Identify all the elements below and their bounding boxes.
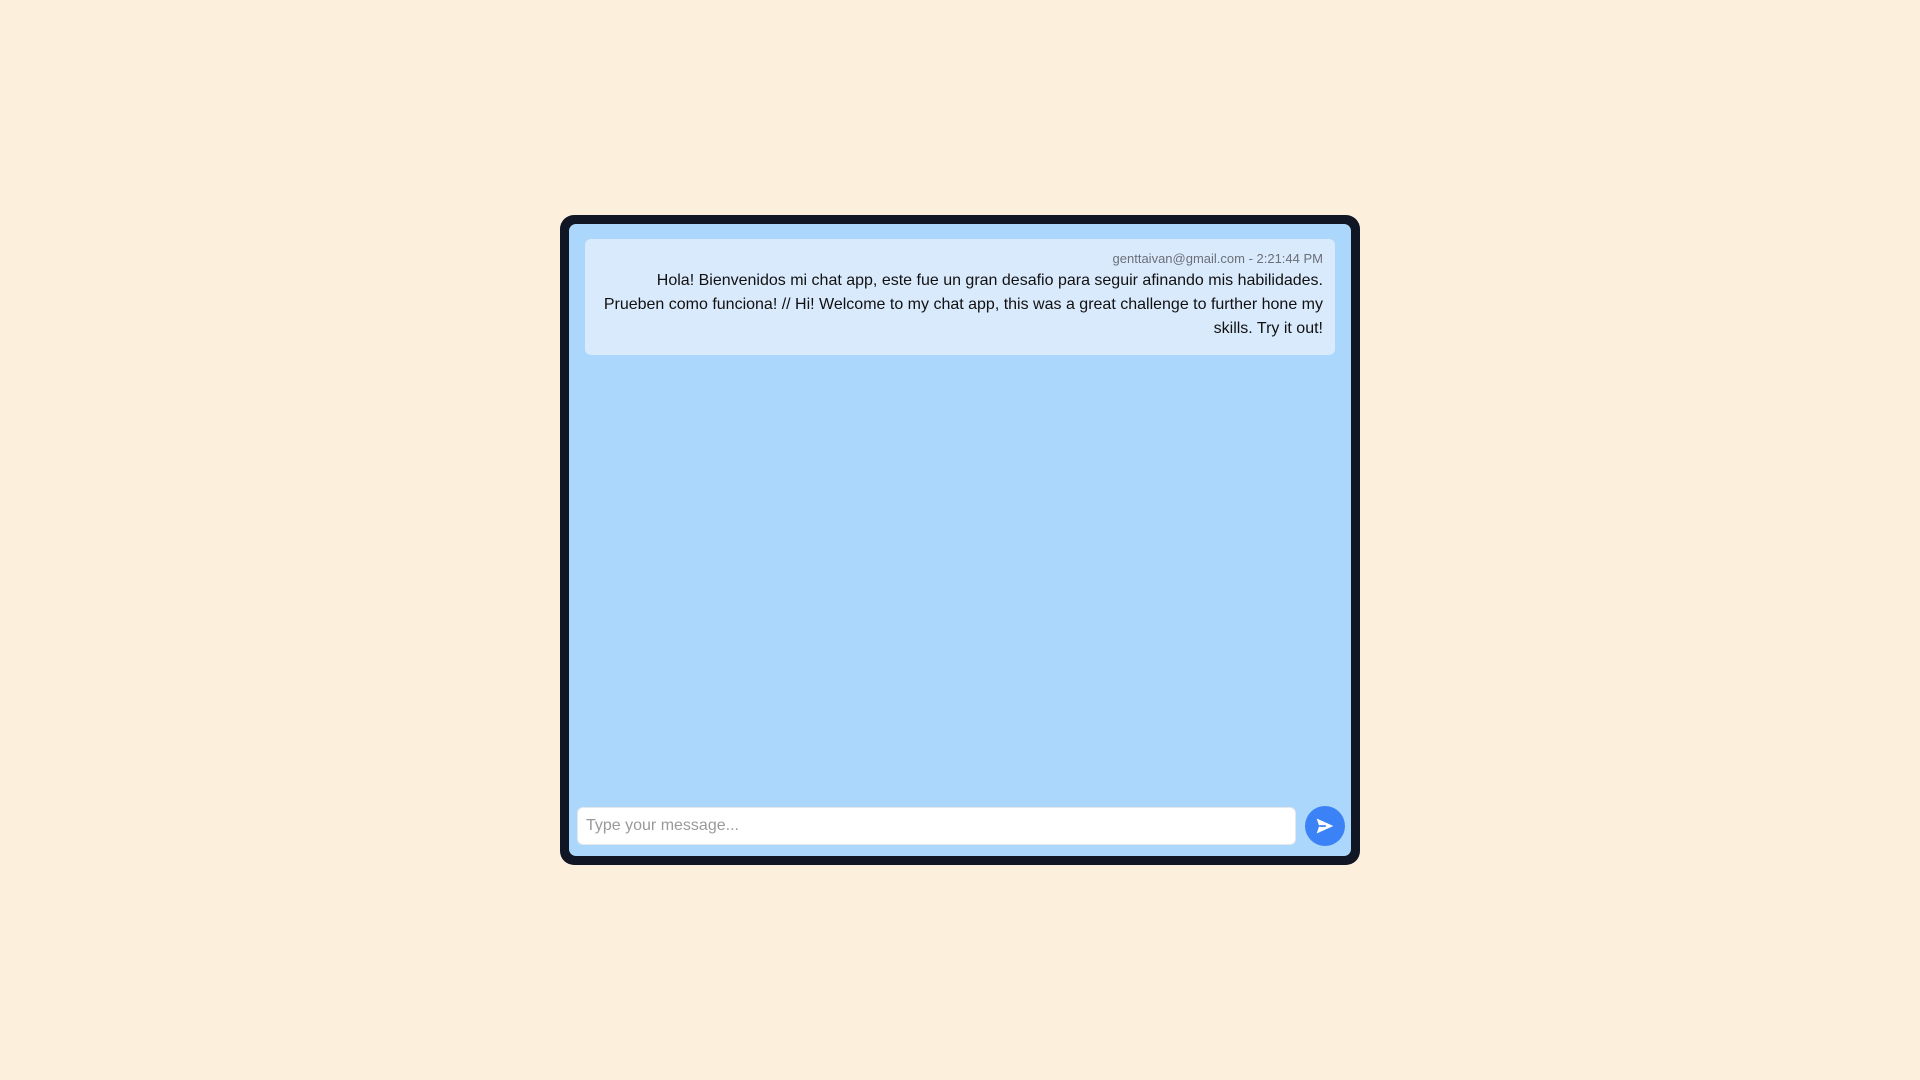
chat-window: genttaivan@gmail.com - 2:21:44 PM Hola! … bbox=[560, 215, 1360, 865]
chat-panel: genttaivan@gmail.com - 2:21:44 PM Hola! … bbox=[569, 224, 1351, 856]
message-input[interactable] bbox=[577, 807, 1296, 845]
send-button[interactable] bbox=[1305, 806, 1345, 846]
message-composer bbox=[577, 806, 1345, 846]
message-meta: genttaivan@gmail.com - 2:21:44 PM bbox=[1112, 251, 1323, 266]
message-text: Hola! Bienvenidos mi chat app, este fue … bbox=[603, 272, 1323, 337]
message-list: genttaivan@gmail.com - 2:21:44 PM Hola! … bbox=[585, 239, 1335, 355]
send-icon bbox=[1316, 818, 1334, 834]
message-bubble: genttaivan@gmail.com - 2:21:44 PM Hola! … bbox=[585, 239, 1335, 355]
